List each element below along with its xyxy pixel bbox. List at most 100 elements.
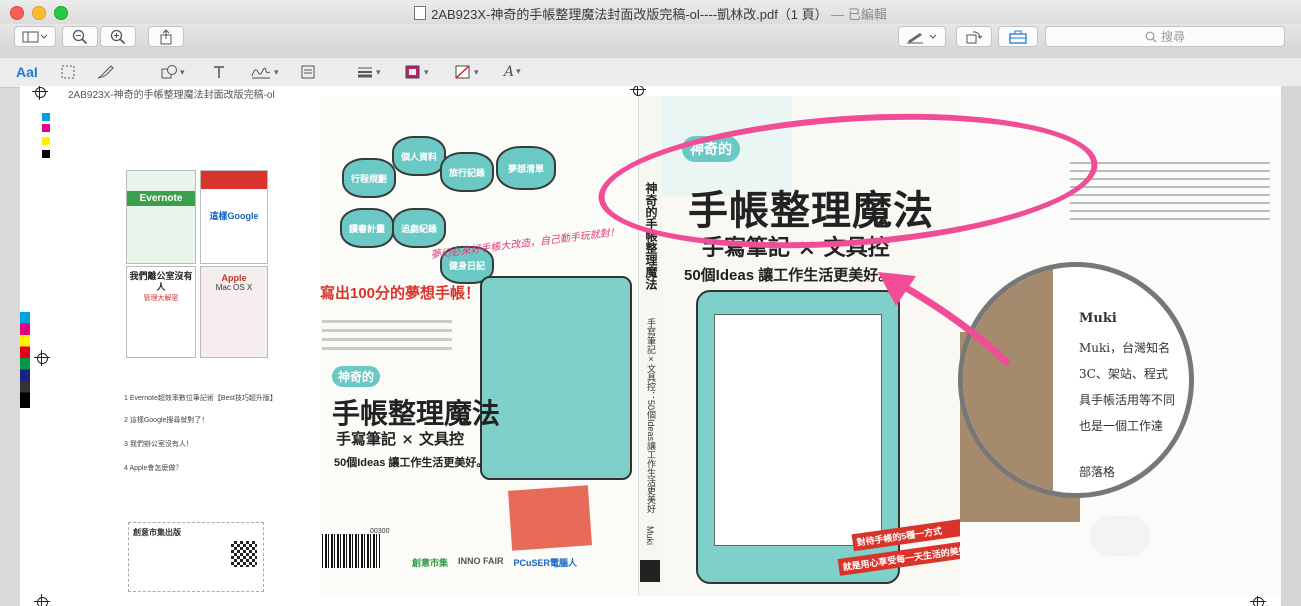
selection-icon [61, 65, 75, 79]
rotate-button[interactable] [956, 26, 992, 47]
sign-tool[interactable]: ▾ [250, 62, 279, 82]
font-icon: A [504, 64, 515, 80]
color-bar-left [20, 312, 30, 408]
font-tool[interactable]: A ▾ [504, 62, 521, 82]
flap-title: 創意市集出版 [133, 528, 181, 537]
series-badge: 神奇的 [332, 366, 381, 387]
price-code: 00300 [370, 528, 390, 535]
list-item: 2 這樣Google搜尋就對了！ [124, 417, 209, 424]
search-icon [1145, 31, 1157, 42]
cyan-swatch [42, 113, 50, 121]
yellow-swatch [42, 137, 50, 145]
zoom-in-button[interactable] [100, 26, 136, 47]
publisher-logo: INNO FAIR [458, 556, 504, 566]
pdf-slug-name: 2AB923X-神奇的手帳整理魔法封面改版完稿-ol [68, 90, 275, 101]
shapes-tool[interactable]: ▾ [160, 62, 185, 82]
black-swatch [42, 150, 50, 158]
window-title: 2AB923X-神奇的手帳整理魔法封面改版完稿-ol----凱林改.pdf（1 … [0, 4, 1301, 23]
book-title: 我們離公室沒有人 [129, 271, 193, 292]
line-style-icon [358, 67, 372, 78]
loupe-line: 3C、架站、程式 [1079, 367, 1168, 381]
cloud-label: 個人資料 [392, 136, 446, 176]
book-title: Apple [221, 273, 247, 283]
fill-color-icon [455, 65, 470, 79]
cloud-label: 讀書計畫 [340, 208, 394, 248]
sketch-tool[interactable] [96, 62, 114, 82]
back-cover: 行程規劃 個人資料 旅行記錄 夢想清單 讀書計畫 追劇紀錄 健身日記 夢幻必來好… [320, 96, 638, 596]
loupe-heading: Muki [1079, 311, 1117, 326]
registration-mark-icon [34, 594, 50, 606]
feature-list [322, 314, 452, 356]
text-tool[interactable] [212, 62, 226, 82]
book-thumbnail: 這樣Google [200, 170, 268, 264]
publisher-flap: 創意市集出版 [128, 522, 264, 592]
zoom-in-icon [110, 29, 126, 44]
line-style-tool[interactable]: ▾ [356, 62, 381, 82]
search-placeholder: 搜尋 [1160, 30, 1185, 44]
markup-toolbar: AaI ▾ ▾ ▾ ▾ ▾ A ▾ [0, 57, 1301, 88]
qr-code [231, 541, 257, 567]
window-title-text: 2AB923X-神奇的手帳整理魔法封面改版完稿-ol----凱林改.pdf（1 … [431, 7, 828, 22]
cloud-label: 旅行記錄 [440, 152, 494, 192]
markup-pen-icon [907, 32, 937, 43]
pdf-document-icon [414, 6, 427, 20]
pdf-page: 2AB923X-神奇的手帳整理魔法封面改版完稿-ol Evernote 這樣Go… [20, 86, 1281, 606]
rectangular-selection-tool[interactable] [60, 62, 76, 82]
book-thumbnail: Evernote [126, 170, 196, 264]
list-item: 3 我們辦公室沒有人！ [124, 441, 193, 448]
cloud-label: 追劇紀錄 [392, 208, 446, 248]
sidebar-toggle-button[interactable] [14, 26, 56, 47]
handwriting-note: 夢幻必來好手帳大改造，自己動手玩就對！ [430, 227, 621, 262]
spine-publisher-logo [640, 560, 660, 582]
note-tool[interactable] [300, 62, 316, 82]
edited-status: — 已編輯 [831, 7, 887, 22]
cover-subtitle: 手寫筆記 × 文具控 [336, 430, 465, 448]
book-title: 這樣Google [209, 211, 259, 221]
backpack-illustration [480, 276, 632, 480]
publisher-logos: 創意市集 INNO FAIR PCuSER電腦人 [412, 556, 577, 569]
annotation-arrow-icon[interactable] [856, 262, 1016, 372]
search-field[interactable]: 搜尋 [1045, 26, 1285, 47]
loupe-line: 具手帳活用等不同 [1079, 393, 1176, 407]
sidebar-icon [22, 31, 48, 42]
share-icon [160, 28, 172, 44]
loupe-line: 也是一個工作達 [1079, 419, 1164, 433]
sketch-icon [97, 65, 114, 79]
bag-illustration [508, 485, 592, 551]
shapes-icon [161, 65, 177, 79]
barcode [322, 534, 380, 568]
text-selection-label: AaI [16, 64, 38, 80]
share-button[interactable] [148, 26, 184, 47]
related-books-list: 1 Evernote超效率數位筆記術【Best技巧超升版】 2 這樣Google… [124, 394, 284, 474]
rotate-icon [966, 30, 983, 43]
cloud-label: 行程規劃 [342, 158, 396, 198]
title-bar: 2AB923X-神奇的手帳整理魔法封面改版完稿-ol----凱林改.pdf（1 … [0, 0, 1301, 25]
cloud-label: 夢想清單 [496, 146, 556, 190]
flap-text-lines [1070, 156, 1270, 226]
publisher-logo: PCuSER電腦人 [513, 558, 578, 568]
markup-toolbar-button[interactable] [898, 26, 946, 47]
publisher-logo: 創意市集 [412, 558, 449, 568]
registration-mark-icon [34, 350, 50, 366]
loupe-footer: 部落格 [1079, 465, 1116, 479]
sheep-illustration [1090, 516, 1150, 556]
magenta-swatch [42, 124, 50, 132]
vertical-scrollbar[interactable] [1281, 86, 1301, 606]
text-selection-tool[interactable]: AaI [16, 62, 38, 82]
book-thumbnail: Apple Mac OS X [200, 266, 268, 358]
book-subtitle: 管理大解密 [143, 295, 179, 302]
text-icon [214, 66, 224, 78]
border-color-tool[interactable]: ▾ [404, 62, 429, 82]
toolbox-icon [1009, 30, 1027, 44]
spine-subtitle: 手寫筆記×文具控：50個Ideas讓工作生活更美好 [646, 318, 656, 514]
spine-author: Muki [645, 526, 655, 546]
list-item: 1 Evernote超效率數位筆記術【Best技巧超升版】 [124, 395, 277, 402]
zoom-out-button[interactable] [62, 26, 98, 47]
book-title: Evernote [127, 191, 195, 206]
main-toolbar: 搜尋 [0, 24, 1301, 54]
toolbox-button[interactable] [998, 26, 1038, 47]
fill-color-tool[interactable]: ▾ [454, 62, 479, 82]
sign-icon [251, 67, 271, 79]
cover-title: 手帳整理魔法 [332, 397, 501, 430]
book-thumbnail: 我們離公室沒有人 管理大解密 [126, 266, 196, 358]
